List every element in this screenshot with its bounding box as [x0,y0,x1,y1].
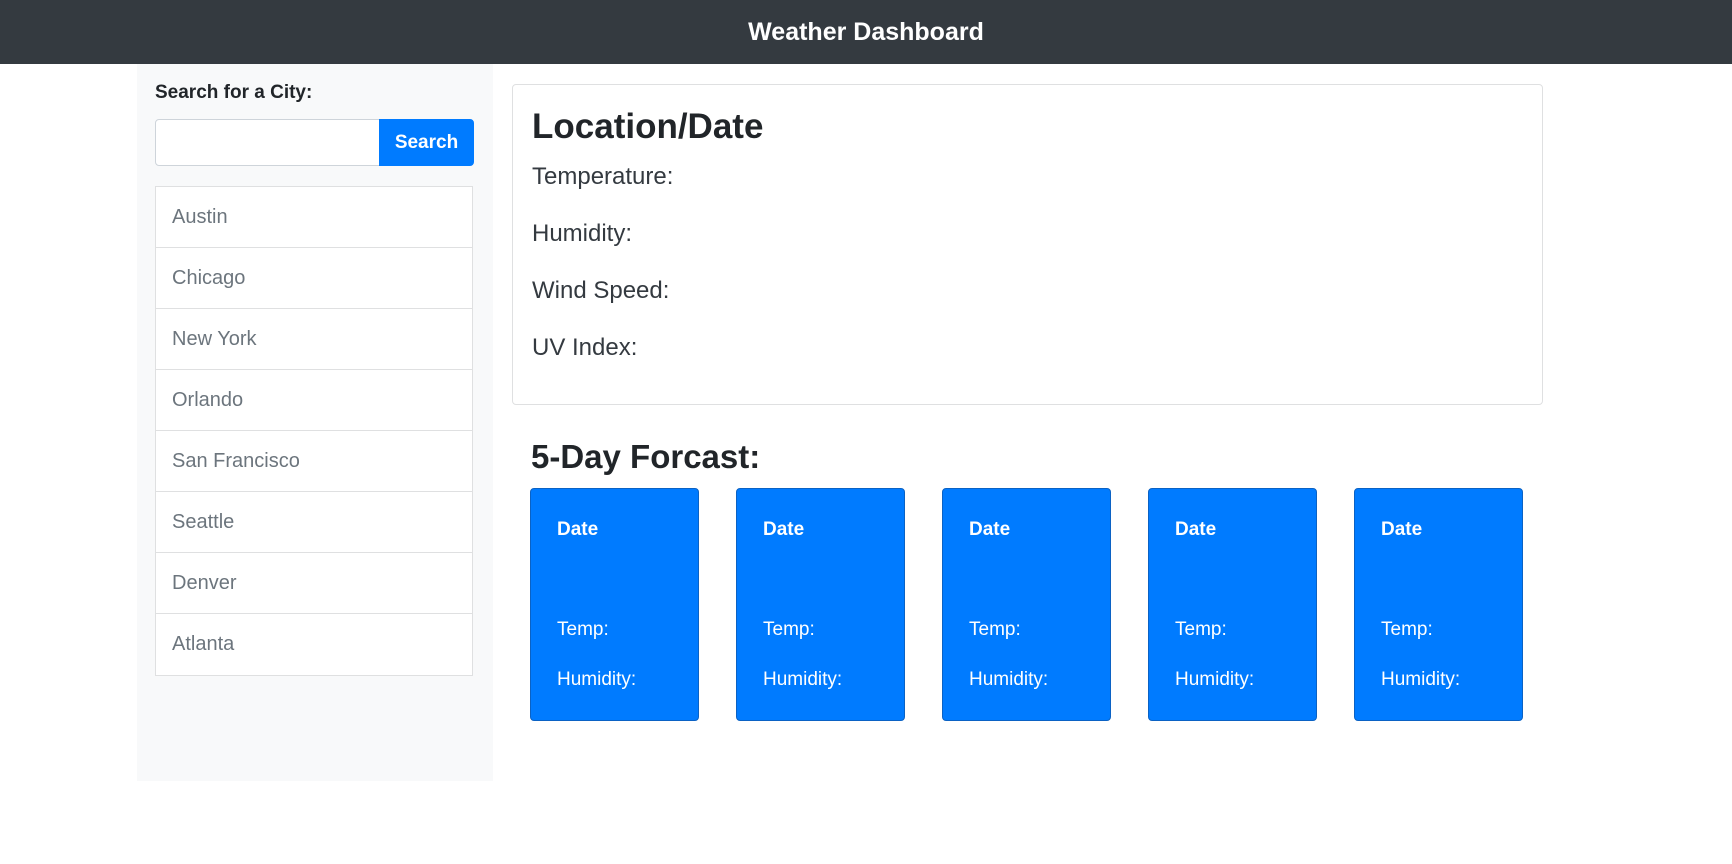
sidebar: Search for a City: Search Austin Chicago… [137,64,493,781]
city-item-atlanta[interactable]: Atlanta [156,614,472,675]
city-item-seattle[interactable]: Seattle [156,492,472,553]
city-item-orlando[interactable]: Orlando [156,370,472,431]
forecast-date: Date [1175,519,1217,540]
forecast-humidity: Humidity: [969,669,1049,690]
forecast-date: Date [969,519,1011,540]
city-item-san-francisco[interactable]: San Francisco [156,431,472,492]
app-title: Weather Dashboard [748,17,984,46]
city-item-chicago[interactable]: Chicago [156,248,472,309]
city-item-austin[interactable]: Austin [156,187,472,248]
forecast-card: Date Temp: Humidity: [1354,488,1523,721]
forecast-date: Date [557,519,599,540]
forecast-humidity: Humidity: [557,669,637,690]
forecast-humidity: Humidity: [763,669,843,690]
forecast-card: Date Temp: Humidity: [736,488,905,721]
city-search-input[interactable] [155,119,380,166]
humidity-label: Humidity: [532,220,633,247]
forecast-card: Date Temp: Humidity: [530,488,699,721]
search-button[interactable]: Search [379,119,474,166]
forecast-temp: Temp: [969,619,1021,640]
city-item-denver[interactable]: Denver [156,553,472,614]
forecast-temp: Temp: [763,619,815,640]
current-weather-card: Location/Date Temperature: Humidity: Win… [512,84,1543,405]
search-label: Search for a City: [155,82,313,103]
city-item-new-york[interactable]: New York [156,309,472,370]
forecast-humidity: Humidity: [1381,669,1461,690]
forecast-temp: Temp: [557,619,609,640]
forecast-card: Date Temp: Humidity: [942,488,1111,721]
forecast-heading: 5-Day Forcast: [531,438,761,475]
city-history-list: Austin Chicago New York Orlando San Fran… [155,186,473,676]
forecast-date: Date [1381,519,1423,540]
navbar: Weather Dashboard [0,0,1732,64]
forecast-humidity: Humidity: [1175,669,1255,690]
forecast-temp: Temp: [1175,619,1227,640]
uv-index-label: UV Index: [532,334,638,361]
forecast-date: Date [763,519,805,540]
wind-speed-label: Wind Speed: [532,277,670,304]
forecast-temp: Temp: [1381,619,1433,640]
temperature-label: Temperature: [532,163,674,190]
forecast-card: Date Temp: Humidity: [1148,488,1317,721]
location-date-heading: Location/Date [532,107,764,146]
